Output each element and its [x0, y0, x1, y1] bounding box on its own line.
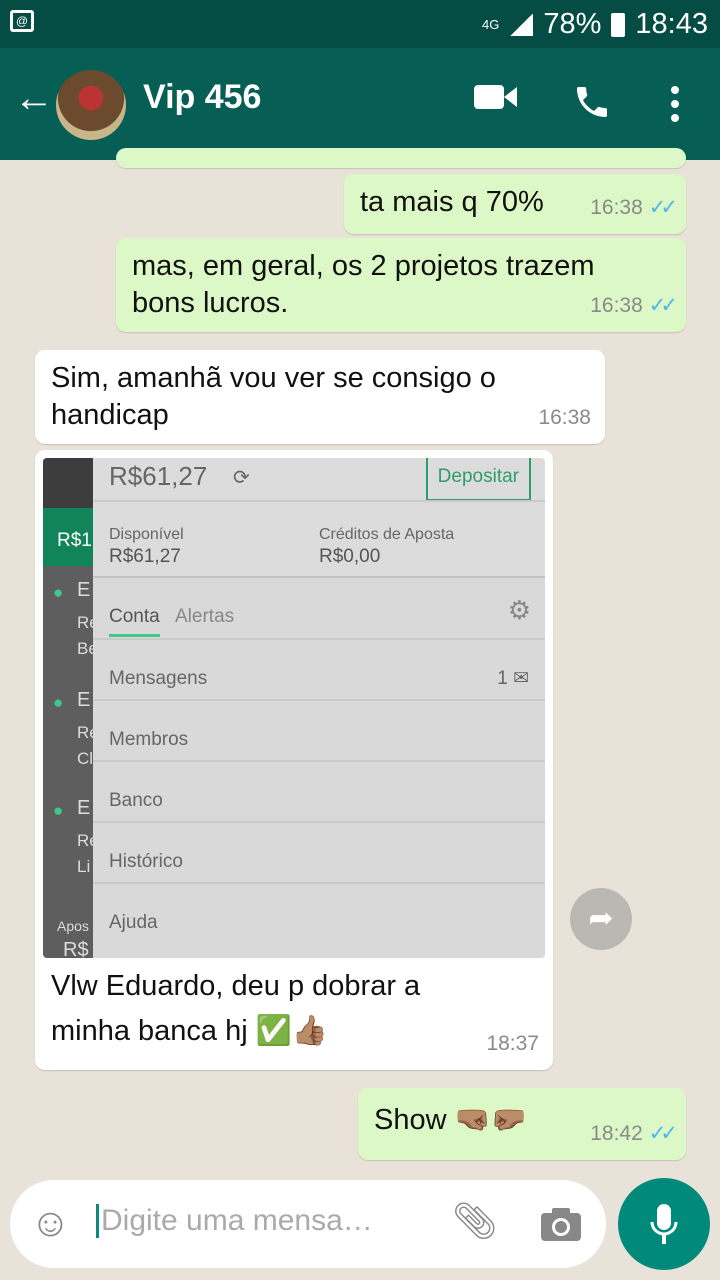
- forward-button[interactable]: ➦: [570, 888, 632, 950]
- microphone-icon: [650, 1204, 678, 1244]
- message-bubble[interactable]: ta mais q 70% 16:38 ✓✓: [344, 174, 686, 234]
- more-options-icon[interactable]: [668, 86, 682, 131]
- message-text: ta mais q 70%: [360, 186, 544, 218]
- read-ticks-icon: ✓✓: [648, 1122, 678, 1145]
- screenshot-sidebar: R$1 ● E Re Be ● E Re Cl ● E Re Li Apos R$: [43, 458, 99, 958]
- message-time: 16:38: [590, 196, 643, 219]
- notification-icon: @: [10, 10, 34, 32]
- read-ticks-icon: ✓✓: [648, 196, 678, 219]
- voice-message-button[interactable]: [618, 1178, 710, 1270]
- avatar[interactable]: [56, 70, 126, 140]
- message-caption: Vlw Eduardo, deu p dobrar a minha banca …: [51, 970, 421, 1047]
- phone-icon[interactable]: [572, 82, 612, 131]
- status-bar: @ 4G 78% 18:43: [0, 0, 720, 48]
- video-call-icon[interactable]: [474, 82, 518, 121]
- attach-icon[interactable]: 📎︎: [452, 1200, 498, 1242]
- message-time: 16:38: [538, 406, 591, 429]
- account-panel: R$61,27 ⟳ Depositar Disponível R$61,27 C…: [93, 458, 545, 958]
- chat-header: ← Vip 456: [0, 48, 720, 160]
- message-input-bar: ☺ Digite uma mensa… 📎︎: [10, 1180, 606, 1268]
- clock: 18:43: [635, 8, 708, 40]
- message-bubble[interactable]: Show 🤜🏽🤛🏽 18:42 ✓✓: [358, 1088, 686, 1160]
- read-ticks-icon: ✓✓: [648, 294, 678, 317]
- camera-icon[interactable]: [540, 1206, 582, 1247]
- emoji-icon[interactable]: ☺: [30, 1200, 71, 1246]
- back-arrow-icon[interactable]: ←: [14, 76, 54, 121]
- battery-icon: [611, 12, 626, 37]
- message-time: 16:38: [590, 294, 643, 317]
- message-input[interactable]: Digite uma mensa…: [96, 1204, 426, 1238]
- shared-screenshot-image[interactable]: R$1 ● E Re Be ● E Re Cl ● E Re Li Apos R$ R$61,…: [43, 458, 545, 958]
- battery-percent: 78%: [543, 8, 602, 40]
- message-bubble[interactable]: mas, em geral, os 2 projetos trazem bons…: [116, 238, 686, 332]
- message-text: Show 🤜🏽🤛🏽: [374, 1104, 527, 1136]
- message-text: Sim, amanhã vou ver se consigo o handica…: [51, 362, 496, 431]
- message-bubble[interactable]: Sim, amanhã vou ver se consigo o handica…: [35, 350, 605, 444]
- message-text: mas, em geral, os 2 projetos trazem bons…: [132, 250, 595, 319]
- image-message[interactable]: R$1 ● E Re Be ● E Re Cl ● E Re Li Apos R$ R$61,…: [35, 450, 553, 1070]
- signal-icon: [509, 13, 534, 36]
- message-time: 18:42: [590, 1122, 643, 1145]
- message-list[interactable]: ta mais q 70% 16:38 ✓✓ mas, em geral, os …: [0, 148, 720, 1180]
- message-time: 18:37: [486, 1032, 539, 1055]
- network-type: 4G: [482, 17, 500, 32]
- contact-name[interactable]: Vip 456: [143, 78, 261, 117]
